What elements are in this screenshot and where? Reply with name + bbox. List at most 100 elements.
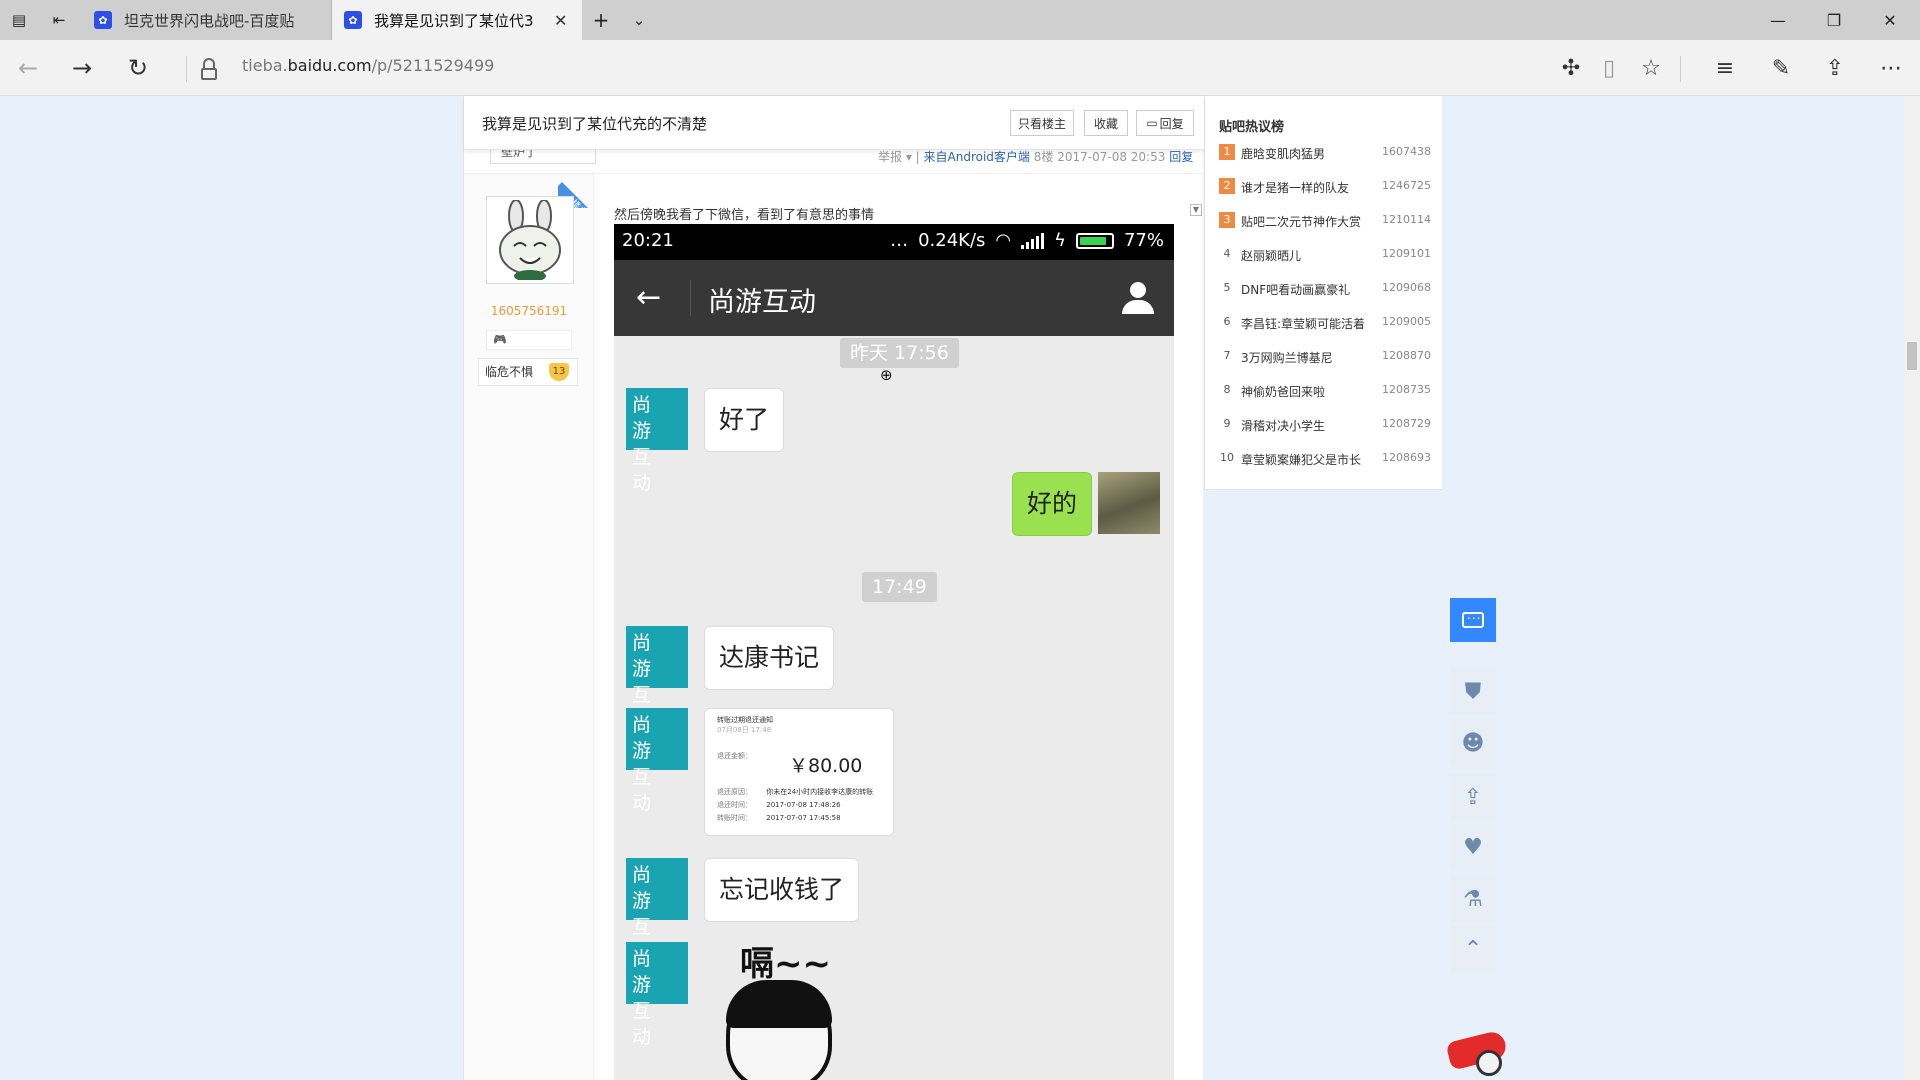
magic-hat-icon[interactable]: ⛊: [1450, 668, 1496, 714]
heart-icon[interactable]: ♥: [1450, 824, 1496, 870]
post-options-arrow-icon[interactable]: ▼: [1190, 204, 1202, 216]
rank-number: 7: [1223, 349, 1231, 362]
hot-topic-count: 1209005: [1382, 315, 1431, 328]
receipt-value: 2017-07-07 17:45:58: [766, 814, 841, 822]
receipt-value: 你未在24小时内接收李达康的转账: [766, 788, 874, 796]
level-title: 临危不惧: [485, 365, 534, 379]
merchant-avatar: 尚游互动: [626, 388, 688, 494]
bear-face-icon[interactable]: ☻: [1450, 720, 1496, 766]
zoom-cursor-icon: ⊕: [880, 366, 893, 384]
receipt-label: 退还原因：: [717, 788, 752, 796]
hot-topic-count: 1209101: [1382, 247, 1431, 260]
hot-topic-name[interactable]: 3万网购兰博基尼: [1241, 349, 1381, 366]
message-bubble: 达康书记: [704, 626, 835, 690]
hot-topic-item[interactable]: 5 DNF吧看动画赢豪礼 1209068: [1219, 280, 1432, 314]
web-note-icon[interactable]: ✎: [1764, 52, 1798, 84]
report-link[interactable]: 举报: [878, 150, 902, 164]
tab-tieba-forum[interactable]: ✿ 坦克世界闪电战吧-百度贴吧: [82, 0, 332, 40]
close-tab-icon[interactable]: ✕: [554, 11, 567, 30]
cannon-icon[interactable]: [1445, 1020, 1514, 1076]
charging-icon: ϟ: [1054, 230, 1066, 251]
status-indicators: … 0.24K/s ◠ ϟ 77%: [890, 230, 1164, 251]
hot-topics-panel: 贴吧热议榜 1 鹿晗变肌肉猛男 1607438 2 谁才是猪一样的队友 1246725 3 贴…: [1204, 96, 1442, 490]
client-source-link[interactable]: 来自Android客户端: [924, 150, 1030, 164]
reading-view-icon[interactable]: ▯: [1592, 52, 1626, 84]
tab-manager-icon[interactable]: ▤: [8, 9, 30, 31]
only-op-button[interactable]: 只看楼主: [1010, 110, 1074, 136]
merchant-avatar: 尚游互动: [626, 942, 688, 1048]
reply-button[interactable]: ▭ 回复: [1136, 110, 1194, 136]
reply-link[interactable]: 回复: [1169, 150, 1193, 164]
new-tab-icon[interactable]: +: [590, 8, 612, 32]
divider: [186, 56, 187, 82]
hot-topic-item[interactable]: 6 李昌钰:章莹颖可能活着 1209005: [1219, 314, 1432, 348]
favorite-button[interactable]: 收藏: [1084, 110, 1128, 136]
lock-icon[interactable]: [196, 56, 222, 82]
hot-topic-item[interactable]: 10 章莹颖案嫌犯父是市长 1208693: [1219, 450, 1431, 484]
hot-topics-title: 贴吧热议榜: [1219, 120, 1285, 135]
url-field[interactable]: tieba.baidu.com/p/5211529499: [242, 56, 494, 75]
share-icon[interactable]: ⇪: [1450, 774, 1496, 820]
wifi-icon: ◠: [995, 230, 1012, 251]
back-to-top-icon[interactable]: ⌃: [1450, 926, 1496, 972]
hot-topic-count: 1208693: [1382, 451, 1431, 464]
hot-topic-count: 1607438: [1382, 145, 1431, 158]
receipt-row: 退还原因： 你未在24小时内接收李达康的转账: [717, 787, 887, 797]
chat-timestamp: 17:49: [862, 572, 937, 602]
message-bubble: 忘记收钱了: [704, 858, 860, 922]
hub-icon[interactable]: ≡: [1708, 52, 1742, 84]
hot-topic-item[interactable]: 4 赵丽颖晒儿 1209101: [1219, 246, 1432, 280]
previous-post-badge: 壁炉了: [490, 150, 596, 164]
post-username[interactable]: 1605756191: [464, 304, 594, 318]
scrollbar[interactable]: [1904, 96, 1920, 1080]
receipt-row: 转账时间： 2017-07-07 17:45:58: [717, 813, 887, 823]
hot-topic-name[interactable]: 鹿晗变肌肉猛男: [1241, 145, 1381, 162]
flask-icon[interactable]: ⚗: [1450, 876, 1496, 922]
close-window-button[interactable]: ✕: [1862, 0, 1918, 40]
chat-title: 尚游互动: [708, 287, 816, 318]
receipt-value: 2017-07-08 17:48:26: [766, 801, 841, 809]
hot-topic-item[interactable]: 9 滑稽对决小学生 1208729: [1219, 416, 1432, 450]
hot-topic-item[interactable]: 1 鹿晗变肌肉猛男 1607438: [1219, 144, 1431, 178]
share-icon[interactable]: ⇪: [1818, 52, 1852, 84]
wechat-screenshot-image[interactable]: 20:21 … 0.24K/s ◠ ϟ 77% ← 尚游互动 昨天 17:56 …: [614, 224, 1174, 1080]
hot-topic-name[interactable]: 滑稽对决小学生: [1241, 417, 1381, 434]
restore-button[interactable]: ❐: [1806, 0, 1862, 40]
hot-topic-item[interactable]: 3 贴吧二次元节神作大赏 1210114: [1219, 212, 1431, 246]
post-content-text: 然后傍晚我看了下微信，看到了有意思的事情: [614, 208, 875, 223]
network-speed: 0.24K/s: [918, 230, 986, 251]
extensions-icon[interactable]: ✣: [1554, 52, 1588, 84]
hot-topic-name[interactable]: DNF吧看动画赢豪礼: [1241, 281, 1381, 298]
set-aside-tabs-icon[interactable]: ⇤: [48, 9, 70, 31]
forward-button[interactable]: →: [66, 52, 98, 84]
hot-topic-item[interactable]: 2 谁才是猪一样的队友 1246725: [1219, 178, 1431, 212]
hot-topic-item[interactable]: 8 神偷奶爸回来啦 1208735: [1219, 382, 1432, 416]
forum-level-badge[interactable]: 临危不惧 13: [478, 358, 578, 386]
refresh-button[interactable]: ↻: [122, 52, 154, 84]
comment-icon: ▭: [1146, 116, 1158, 130]
user-avatar: [1098, 472, 1160, 534]
hot-topic-item[interactable]: 7 3万网购兰博基尼 1208870: [1219, 348, 1432, 382]
hot-topic-name[interactable]: 章莹颖案嫌犯父是市长: [1241, 451, 1381, 468]
hot-topic-name[interactable]: 李昌钰:章莹颖可能活着: [1241, 315, 1381, 332]
hot-topic-name[interactable]: 神偷奶爸回来啦: [1241, 383, 1381, 400]
user-avatar[interactable]: [486, 196, 574, 284]
receipt-label: 转账时间：: [717, 814, 752, 822]
baidu-paw-icon: ✿: [94, 11, 112, 29]
favorite-star-icon[interactable]: ☆: [1634, 52, 1668, 84]
chat-float-button[interactable]: [1450, 598, 1496, 642]
hot-topic-name[interactable]: 贴吧二次元节神作大赏: [1241, 213, 1381, 230]
back-button[interactable]: ←: [12, 52, 44, 84]
merchant-avatar: 尚游互动: [626, 708, 688, 814]
scrollbar-thumb[interactable]: [1907, 342, 1917, 370]
tab-current-thread[interactable]: ✿ 我算是见识到了某位代3 ✕: [332, 0, 582, 40]
minimize-button[interactable]: —: [1750, 0, 1806, 40]
meme-face-sticker: [726, 980, 832, 1080]
hot-topic-name[interactable]: 赵丽颖晒儿: [1241, 247, 1381, 264]
chat-bubble-icon: [1462, 608, 1484, 628]
tab-preview-chevron-icon[interactable]: ⌄: [628, 9, 650, 31]
member-badge[interactable]: 🎮: [486, 330, 572, 350]
battery-percent: 77%: [1123, 230, 1164, 251]
hot-topic-name[interactable]: 谁才是猪一样的队友: [1241, 179, 1381, 196]
more-menu-icon[interactable]: ⋯: [1874, 52, 1908, 84]
